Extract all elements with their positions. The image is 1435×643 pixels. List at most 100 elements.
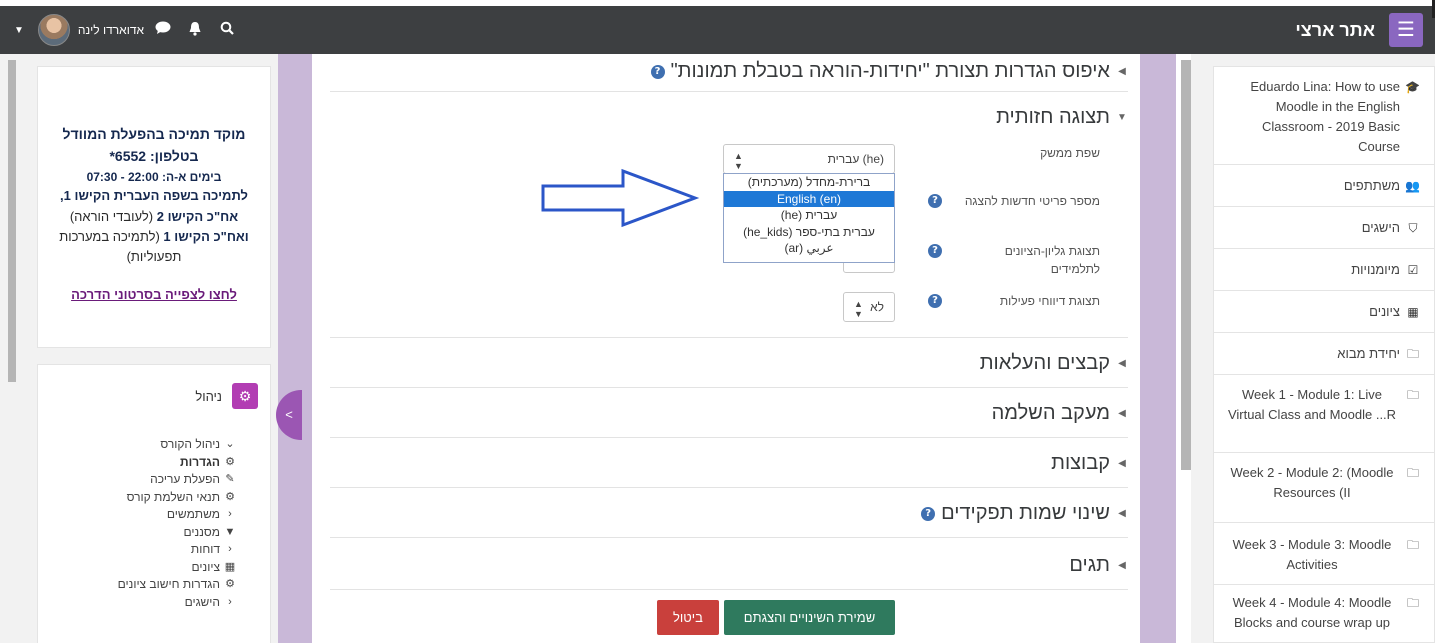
tree-item-edit-mode[interactable]: ✎ הפעלת עריכה <box>118 471 236 489</box>
activity-reports-select[interactable]: לא ▲ ▼ <box>843 292 895 322</box>
support-line-3: ואח"כ הקישו 1 (לתמיכה במערכות תפעוליות) <box>59 228 249 264</box>
folder-icon: 🗀 <box>1406 388 1419 402</box>
folder-icon: 🗀 <box>1406 596 1419 610</box>
help-icon[interactable]: ? <box>928 194 942 208</box>
user-name[interactable]: אדוארדו לינה <box>78 23 144 37</box>
tree-item-reports[interactable]: ‹ דוחות <box>118 541 236 559</box>
expand-triangle-icon: ◀ <box>1118 408 1126 419</box>
select-arrows-icon: ▲ ▼ <box>854 299 863 319</box>
course-settings-form: ◀ איפוס הגדרות תצורת "יחידות-הוראה בטבלת… <box>312 54 1140 643</box>
tree-item-badges[interactable]: ‹ הישגים <box>118 594 236 612</box>
language-option[interactable]: ברירת-מחדל (מערכתית) <box>724 174 894 191</box>
top-navbar: ☰ אתר ארצי ▼ אדוארדו לינה <box>0 6 1435 54</box>
expand-triangle-icon: ◀ <box>1118 508 1126 519</box>
folder-icon: 🗀 <box>1406 538 1419 552</box>
page-gutter-right <box>1140 54 1176 643</box>
gradebook-label: תצוגת גליון-הציונים לתלמידים <box>1004 244 1100 276</box>
chevron-down-icon: ⌄ <box>225 438 235 450</box>
expand-triangle-icon: ◀ <box>1118 458 1126 469</box>
administration-header: ⚙ ניהול <box>195 383 258 409</box>
language-dropdown-list[interactable]: ברירת-מחדל (מערכתית) English (en) עברית … <box>723 173 895 263</box>
support-hours: בימים א-ה: 22:00 - 07:30 <box>86 169 222 184</box>
gear-icon: ⚙ <box>225 490 235 503</box>
annotation-arrow-icon <box>541 168 700 228</box>
tree-item-grade-calc[interactable]: ⚙ הגדרות חישוב ציונים <box>118 576 236 594</box>
cancel-button[interactable]: ביטול <box>657 600 719 635</box>
support-line-2: אח"כ הקישו 2 (לעובדי הוראה) <box>69 208 239 224</box>
user-avatar[interactable] <box>37 14 70 46</box>
expand-triangle-icon: ◀ <box>1118 358 1126 369</box>
tags-section[interactable]: ◀ תגים <box>330 538 1128 590</box>
support-line-1: לתמיכה בשפה העברית הקישו 1, <box>60 188 248 204</box>
nav-intro-unit[interactable]: 🗀 יחידת מבוא <box>1214 333 1434 375</box>
files-uploads-section[interactable]: ◀ קבצים והעלאות <box>330 338 1128 388</box>
table-icon: ▦ <box>224 560 236 573</box>
support-block: מוקד תמיכה בהפעלת המוודל בטלפון: 6552* ב… <box>37 66 271 348</box>
nav-course-home[interactable]: 🎓 Eduardo Lina: How to use Moodle in the … <box>1214 67 1434 165</box>
graduation-cap-icon: 🎓 <box>1405 80 1420 94</box>
page-gutter-left <box>278 54 312 643</box>
tree-item-completion[interactable]: ⚙ תנאי השלמת קורס <box>118 489 236 507</box>
nav-week-2[interactable]: 🗀 Week 2 - Module 2: (Moodle Resources (I… <box>1214 453 1434 523</box>
help-icon[interactable]: ? <box>921 506 936 521</box>
notifications-bell-icon[interactable] <box>186 21 204 40</box>
search-icon[interactable] <box>218 21 236 39</box>
user-menu-caret-icon[interactable]: ▼ <box>14 25 24 36</box>
folder-icon: 🗀 <box>1406 347 1419 361</box>
expand-triangle-icon: ◀ <box>1118 66 1126 77</box>
activity-reports-label: תצוגת דיווחי פעילות <box>999 294 1100 308</box>
tree-item-filters[interactable]: ▼ מסננים <box>118 524 236 542</box>
administration-block: ⚙ ניהול ⌄ ניהול הקורס ⚙ הגדרות ✎ הפעלת עריכ… <box>37 364 271 643</box>
site-name-link[interactable]: אתר ארצי <box>1295 20 1375 41</box>
check-square-icon: ☑ <box>1407 263 1419 277</box>
chevron-left-icon: ‹ <box>228 543 232 555</box>
completion-tracking-section[interactable]: ◀ מעקב השלמה <box>330 388 1128 438</box>
table-icon: ▦ <box>1407 305 1419 319</box>
language-label: שפת ממשק <box>1040 146 1100 160</box>
main-scrollbar[interactable] <box>1181 60 1191 470</box>
nav-grades[interactable]: ▦ ציונים <box>1214 291 1434 333</box>
help-icon[interactable]: ? <box>650 64 665 79</box>
language-option[interactable]: עברית בתי-ספר (he_kids) <box>724 224 894 241</box>
user-menu[interactable]: ▼ אדוארדו לינה <box>14 13 250 47</box>
language-option-selected[interactable]: English (en) <box>724 190 894 207</box>
users-icon: 👥 <box>1405 179 1420 193</box>
nav-competencies[interactable]: ☑ מיומנויות <box>1214 249 1434 291</box>
tree-item-settings[interactable]: ⚙ הגדרות <box>118 454 236 472</box>
help-icon[interactable]: ? <box>928 244 942 258</box>
select-arrows-icon: ▲ ▼ <box>734 151 743 171</box>
nav-week-4[interactable]: 🗀 Week 4 - Module 4: Moodle Blocks and co… <box>1214 585 1434 643</box>
expand-triangle-icon: ◀ <box>1118 560 1126 571</box>
save-and-display-button[interactable]: שמירת השינויים והצגתם <box>724 600 895 635</box>
appearance-section-title: תצוגה חזותית <box>996 106 1110 128</box>
role-renaming-section[interactable]: ◀ שינוי שמות תפקידים? <box>330 488 1128 538</box>
gear-icon: ⚙ <box>225 455 235 468</box>
news-items-label: מספר פריטי חדשות להצגה <box>964 194 1100 208</box>
messages-icon[interactable] <box>154 21 172 39</box>
tree-item-course-admin[interactable]: ⌄ ניהול הקורס <box>118 436 236 454</box>
help-icon[interactable]: ? <box>928 294 942 308</box>
support-phone: בטלפון: 6552* <box>109 148 199 165</box>
collapse-triangle-icon: ▼ <box>1117 112 1127 123</box>
tree-item-users[interactable]: ‹ משתמשים <box>118 506 236 524</box>
language-option[interactable]: עברית (he) <box>724 207 894 224</box>
nav-drawer: 🎓 Eduardo Lina: How to use Moodle in the … <box>1213 66 1435 643</box>
reset-section[interactable]: ◀ איפוס הגדרות תצורת "יחידות-הוראה בטבלת… <box>330 54 1128 92</box>
training-videos-link[interactable]: לחצו לצפייה בסרטוני הדרכה <box>50 285 258 305</box>
tree-item-grades[interactable]: ▦ ציונים <box>118 559 236 577</box>
folder-icon: 🗀 <box>1406 466 1419 480</box>
groups-section[interactable]: ◀ קבוצות <box>330 438 1128 488</box>
pencil-icon: ✎ <box>225 473 235 485</box>
hamburger-menu-icon[interactable]: ☰ <box>1389 13 1423 47</box>
nav-week-3[interactable]: 🗀 Week 3 - Module 3: Moodle Activities <box>1214 523 1434 585</box>
left-region-scrollbar[interactable] <box>8 60 16 382</box>
support-heading: מוקד תמיכה בהפעלת המוודל <box>62 126 246 142</box>
gear-icon: ⚙ <box>225 578 235 590</box>
language-option[interactable]: عربي (ar) <box>724 240 894 257</box>
administration-title: ניהול <box>195 388 222 404</box>
nav-badges[interactable]: ⛉ הישגים <box>1214 207 1434 249</box>
nav-week-1[interactable]: 🗀 Week 1 - Module 1: Live Virtual Class a… <box>1214 375 1434 453</box>
language-select[interactable]: עברית (he) ▲ ▼ <box>723 144 895 174</box>
reset-section-title: איפוס הגדרות תצורת "יחידות-הוראה בטבלת ת… <box>670 60 1110 82</box>
nav-participants[interactable]: 👥 משתתפים <box>1214 165 1434 207</box>
